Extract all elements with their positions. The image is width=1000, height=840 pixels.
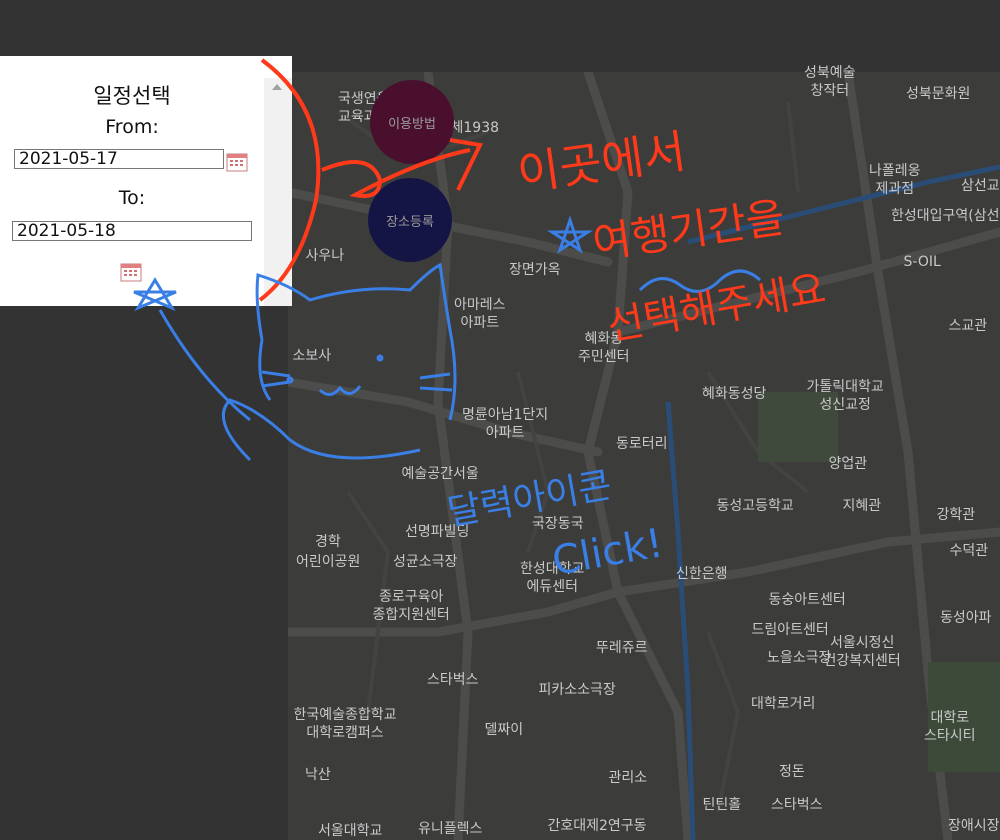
map-place-label: 삼선교 <box>961 178 1000 194</box>
map-place-label: 서울시정신 건강복지센터 <box>823 635 901 669</box>
map-place-label: 관리소 <box>608 770 648 786</box>
map-place-label: 서울대학교 <box>318 823 383 839</box>
map-place-label: 사우나 <box>305 248 345 264</box>
map-place-label: 한성대학교 에듀센터 <box>520 561 585 595</box>
map-place-label: 대학로거리 <box>751 696 816 712</box>
schedule-title: 일정선택 <box>93 84 171 108</box>
map-place-label: 동성고등학교 <box>716 498 794 514</box>
map-place-label: 피카소소극장 <box>538 682 616 698</box>
map-place-label: 선명파빌딩 <box>405 524 470 540</box>
map-place-label: 명륜아남1단지 아파트 <box>462 407 549 441</box>
map-place-label: 소보사 <box>292 348 332 364</box>
how-to-use-button[interactable]: 이용방법 <box>370 80 454 164</box>
map-place-label: S-OIL <box>903 254 941 270</box>
map-place-label: 스교관 <box>948 318 988 334</box>
place-register-button[interactable]: 장소등록 <box>368 178 452 262</box>
map-place-label: 양업관 <box>828 456 868 472</box>
map-place-label: 유니플렉스 <box>418 821 483 837</box>
map-place-label: 간호대제2연구동 <box>547 818 647 834</box>
map-place-label: 장애시장 <box>948 818 1000 834</box>
map-place-label: 신한은행 <box>676 566 728 582</box>
from-label: From: <box>105 116 159 138</box>
map-place-label: 종로구육아 종합지원센터 <box>372 589 450 623</box>
map-place-label: 예술공간서울 <box>401 466 479 482</box>
map-place-label: 한국예술종합학교 대학로캠퍼스 <box>293 707 397 741</box>
map-place-label: 노을소극장 <box>767 650 832 666</box>
map-place-label: 지혜관 <box>842 498 882 514</box>
map-place-label: 경학 <box>315 534 341 550</box>
from-date-input[interactable] <box>14 149 224 169</box>
to-label: To: <box>118 187 146 209</box>
map-place-label: 나폴레옹 제과점 <box>869 163 921 197</box>
map-place-label: 동숭아트센터 <box>768 592 846 608</box>
map-place-label: 체1938 <box>450 120 500 136</box>
map-place-label: 수덕관 <box>949 543 989 559</box>
map-place-label: 강학관 <box>936 507 976 523</box>
map-place-label: 동성아파 <box>940 610 992 626</box>
map-place-label: 델짜이 <box>484 722 524 738</box>
scroll-up-arrow-icon[interactable] <box>272 84 282 90</box>
map-place-label: 드림아트센터 <box>751 622 829 638</box>
map-place-label: 성북예술 창작터 <box>804 65 856 99</box>
scrollbar[interactable] <box>264 78 292 306</box>
map-place-label: 혜화동 주민센터 <box>578 331 630 365</box>
calendar-icon[interactable] <box>226 152 248 172</box>
map-place-label: 스타벅스 <box>427 672 479 688</box>
map-place-label: 뚜레쥬르 <box>596 640 648 656</box>
map-place-label: 가톨릭대학교 성신교정 <box>806 379 884 413</box>
schedule-panel: 일정선택 From: To: <box>0 56 292 306</box>
map-place-label: 성균소극장 <box>393 554 458 570</box>
map-place-label: 한성대입구역(삼선 <box>891 208 1000 224</box>
map-place-label: 혜화동성당 <box>702 386 767 402</box>
map-place-label: 낙산 <box>305 767 331 783</box>
calendar-icon[interactable] <box>120 262 142 282</box>
map-place-label: 장면가옥 <box>509 262 561 278</box>
map-place-label: 대학로 스타시티 <box>924 710 976 744</box>
map-place-label: 동로터리 <box>616 436 668 452</box>
map-place-label: 틴틴홀 <box>702 797 742 813</box>
to-date-input[interactable] <box>12 221 252 241</box>
map-place-label: 정돈 <box>779 764 805 780</box>
map-place-label: 아마레스 아파트 <box>454 297 506 331</box>
map-place-label: 어린이공원 <box>296 554 361 570</box>
map-place-label: 국장동국 <box>532 516 584 532</box>
map-place-label: 스타벅스 <box>771 797 823 813</box>
map-place-label: 성북문화원 <box>906 86 971 102</box>
